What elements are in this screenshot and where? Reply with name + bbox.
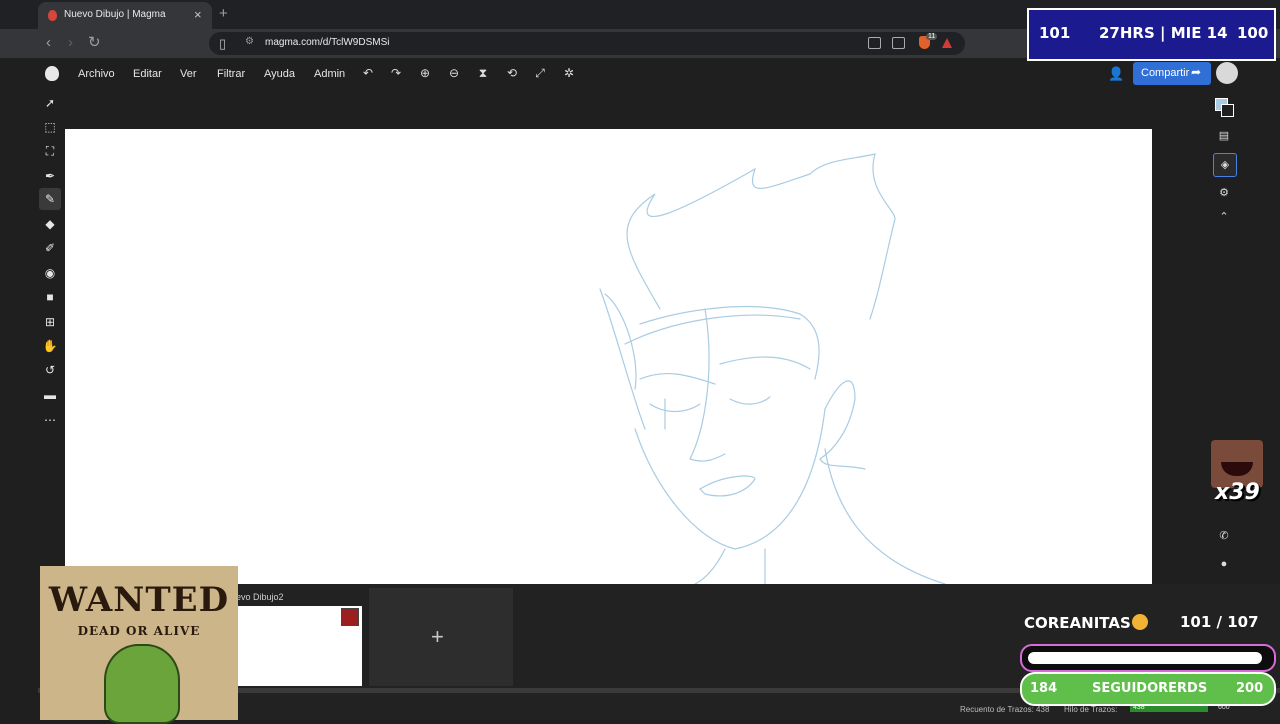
share-arrow-icon: ➦ xyxy=(1191,65,1202,79)
wanted-poster-overlay: WANTED DEAD OR ALIVE xyxy=(40,566,238,724)
brush-tool-icon[interactable]: ✎ xyxy=(42,191,58,207)
new-tab-button[interactable]: + xyxy=(219,5,228,23)
sub-goal-label: COREANITAS xyxy=(1024,614,1131,632)
url-input[interactable]: ▯ ⚙ magma.com/d/TclW9DSMSi xyxy=(209,32,965,55)
select-tool-icon[interactable]: ⬚ xyxy=(42,119,58,135)
emote-count: x39 xyxy=(1215,480,1260,505)
menu-filtrar[interactable]: Filtrar xyxy=(217,68,245,80)
drawing-canvas[interactable] xyxy=(65,129,1152,584)
drawing-owner-icon xyxy=(341,608,359,626)
tab-title: Nuevo Dibujo | Magma xyxy=(64,9,166,20)
add-drawing-button[interactable]: + xyxy=(369,588,513,686)
secondary-color-swatch[interactable] xyxy=(1221,104,1234,117)
menu-admin[interactable]: Admin xyxy=(314,68,345,80)
avatar[interactable] xyxy=(1216,62,1238,84)
zoom-out-icon[interactable]: ⊖ xyxy=(446,66,462,80)
share-page-icon[interactable] xyxy=(892,37,905,49)
goal-overlay: COREANITAS 101 / 107 184 SEGUIDORERDS 20… xyxy=(1020,606,1278,716)
drawing-title: evo Dibujo2 xyxy=(236,592,284,602)
smiley-icon xyxy=(1132,614,1148,630)
sub-goal-bar xyxy=(1020,644,1276,672)
view-settings-icon[interactable]: ✲ xyxy=(561,66,577,80)
url-text[interactable]: magma.com/d/TclW9DSMSi xyxy=(265,37,389,48)
sub-goal-fill xyxy=(1028,652,1262,664)
fill-tool-icon[interactable]: ◉ xyxy=(42,265,58,281)
add-drawing-icon: + xyxy=(431,624,444,649)
brave-rewards-icon[interactable] xyxy=(942,38,952,48)
sketch-drawing xyxy=(599,153,946,584)
more-tools-icon[interactable]: ⋯ xyxy=(42,412,58,428)
cast-icon[interactable] xyxy=(868,37,881,49)
chat-icon[interactable]: ● xyxy=(1213,553,1235,575)
frog-character-icon xyxy=(104,644,180,724)
add-layer-tool-icon[interactable]: ⊞ xyxy=(42,314,58,330)
brave-badge: 11 xyxy=(926,33,938,40)
eyedropper-tool-icon[interactable]: ✒ xyxy=(42,168,58,184)
stream-timer-overlay: 101 27HRS | MIE 14 100 xyxy=(1027,8,1276,61)
follower-goal-bar: 184 SEGUIDORERDS 200 xyxy=(1020,672,1276,706)
magma-logo-icon[interactable] xyxy=(45,66,59,81)
follower-goal-label: SEGUIDORERDS xyxy=(1092,681,1208,696)
timer-left-value: 101 xyxy=(1039,24,1071,42)
fullscreen-icon[interactable]: ⤢ xyxy=(532,66,548,81)
properties-panel-icon[interactable]: ▤ xyxy=(1213,125,1235,147)
collapse-panel-icon[interactable]: ⌃ xyxy=(1213,206,1235,228)
menu-ayuda[interactable]: Ayuda xyxy=(264,68,295,80)
forward-icon[interactable]: › xyxy=(68,35,73,51)
share-label: Compartir xyxy=(1141,67,1190,79)
rotate-view-icon[interactable]: ⟲ xyxy=(504,66,520,80)
follower-goal-min: 184 xyxy=(1030,681,1058,696)
wanted-subtitle: DEAD OR ALIVE xyxy=(77,624,201,638)
comment-tool-icon[interactable]: ▬ xyxy=(42,387,58,403)
zoom-in-icon[interactable]: ⊕ xyxy=(417,66,433,80)
settings-gear-icon[interactable]: ⚙ xyxy=(1213,182,1235,204)
share-button[interactable]: Compartir ➦ xyxy=(1133,62,1211,85)
move-tool-icon[interactable]: ➚ xyxy=(42,95,58,111)
bookmark-icon[interactable]: ▯ xyxy=(219,36,226,52)
fit-view-icon[interactable]: ⧗ xyxy=(475,66,491,81)
menu-archivo[interactable]: Archivo xyxy=(78,68,115,80)
eraser-tool-icon[interactable]: ◆ xyxy=(42,216,58,232)
close-tab-icon[interactable]: × xyxy=(194,7,202,23)
site-info-icon[interactable]: ⚙ xyxy=(245,36,254,47)
add-user-icon[interactable]: 👤 xyxy=(1108,66,1124,82)
app-menu-bar: Archivo Editar Ver Filtrar Ayuda Admin ↶… xyxy=(0,58,1280,90)
wanted-title: WANTED xyxy=(48,580,230,620)
reload-icon[interactable]: ↻ xyxy=(88,35,101,51)
sub-goal-count: 101 / 107 xyxy=(1180,613,1259,631)
magma-favicon-icon xyxy=(48,10,57,21)
hand-tool-icon[interactable]: ✋ xyxy=(42,338,58,354)
rotate-tool-icon[interactable]: ↺ xyxy=(42,362,58,378)
transform-tool-icon[interactable]: ⛶ xyxy=(42,143,58,159)
smudge-tool-icon[interactable]: ✐ xyxy=(42,240,58,256)
timer-clock: 27HRS | MIE 14 xyxy=(1099,24,1228,42)
timer-right-value: 100 xyxy=(1237,24,1269,42)
menu-ver[interactable]: Ver xyxy=(180,68,197,80)
rectangle-tool-icon[interactable]: ■ xyxy=(42,289,58,305)
back-icon[interactable]: ‹ xyxy=(46,35,51,51)
menu-editar[interactable]: Editar xyxy=(133,68,162,80)
browser-tab[interactable]: Nuevo Dibujo | Magma × xyxy=(38,2,212,29)
voice-call-icon[interactable]: ✆ xyxy=(1213,525,1235,547)
follower-goal-max: 200 xyxy=(1236,681,1264,696)
undo-icon[interactable]: ↶ xyxy=(360,66,376,80)
emote-overlay: x39 xyxy=(1211,440,1263,506)
layers-panel-icon[interactable]: ◈ xyxy=(1213,153,1237,177)
redo-icon[interactable]: ↷ xyxy=(388,66,404,80)
